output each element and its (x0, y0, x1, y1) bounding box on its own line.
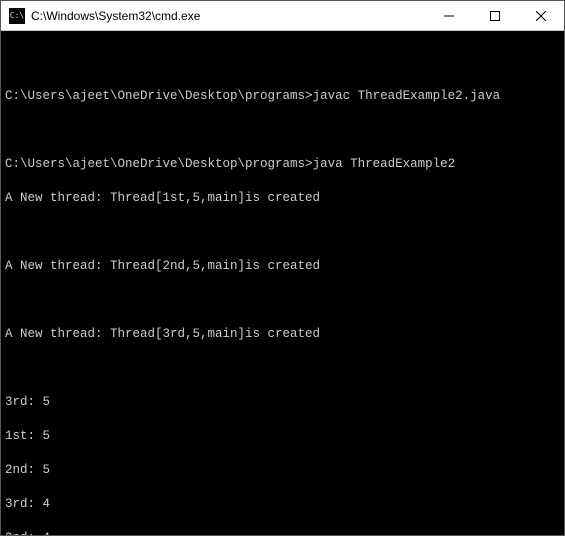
output-line: 2nd: 4 (5, 530, 560, 535)
maximize-button[interactable] (472, 1, 518, 30)
minimize-button[interactable] (426, 1, 472, 30)
output-line: 1st: 5 (5, 428, 560, 445)
window-controls (426, 1, 564, 30)
blank-line (5, 122, 560, 139)
terminal-output[interactable]: C:\Users\ajeet\OneDrive\Desktop\programs… (1, 31, 564, 535)
close-button[interactable] (518, 1, 564, 30)
blank-line (5, 292, 560, 309)
blank-line (5, 224, 560, 241)
output-line: A New thread: Thread[1st,5,main]is creat… (5, 190, 560, 207)
output-line: 2nd: 5 (5, 462, 560, 479)
output-line: 3rd: 4 (5, 496, 560, 513)
output-line: A New thread: Thread[2nd,5,main]is creat… (5, 258, 560, 275)
cmd-window: C:\ C:\Windows\System32\cmd.exe C:\Users… (0, 0, 565, 536)
cmd-icon: C:\ (9, 8, 25, 24)
output-line: A New thread: Thread[3rd,5,main]is creat… (5, 326, 560, 343)
blank-line (5, 54, 560, 71)
output-line: 3rd: 5 (5, 394, 560, 411)
blank-line (5, 360, 560, 377)
command-line: C:\Users\ajeet\OneDrive\Desktop\programs… (5, 156, 560, 173)
window-title: C:\Windows\System32\cmd.exe (31, 9, 426, 23)
titlebar[interactable]: C:\ C:\Windows\System32\cmd.exe (1, 1, 564, 31)
command-line: C:\Users\ajeet\OneDrive\Desktop\programs… (5, 88, 560, 105)
